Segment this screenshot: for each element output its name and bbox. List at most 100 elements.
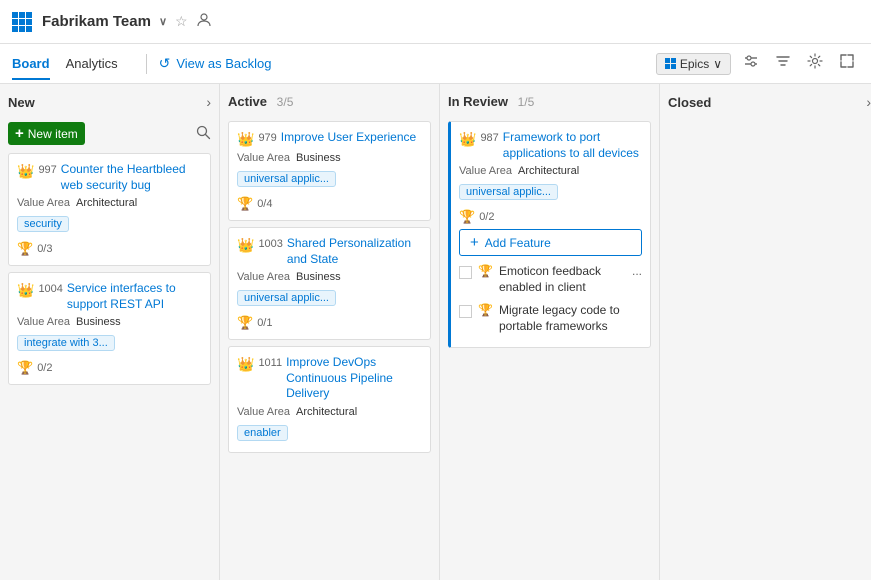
column-active-count: 3/5 [277, 95, 294, 109]
card-1003-field: Value Area Business [237, 271, 422, 283]
epic-icon: 👑 [17, 163, 34, 180]
column-inreview-header: In Review 1/5 [448, 92, 651, 115]
favorite-icon[interactable]: ☆ [175, 13, 188, 30]
column-inreview: In Review 1/5 👑 987 Framework to port ap… [440, 84, 660, 580]
card-987-id: 987 [480, 132, 498, 144]
view-as-backlog-button[interactable]: ↺ View as Backlog [159, 55, 272, 72]
feature-title-1[interactable]: Migrate legacy code to portable framewor… [499, 303, 642, 334]
gear-icon[interactable] [803, 49, 827, 78]
card-1004[interactable]: 👑 1004 Service interfaces to support RES… [8, 272, 211, 385]
card-997-title[interactable]: Counter the Heartbleed web security bug [61, 162, 202, 193]
card-979-tag[interactable]: universal applic... [237, 171, 336, 187]
card-987-title[interactable]: Framework to port applications to all de… [503, 130, 642, 161]
column-closed-header: Closed › [668, 92, 871, 116]
expand-icon[interactable] [835, 49, 859, 78]
team-name-label: Fabrikam Team [42, 13, 151, 30]
column-new-title: New [8, 95, 35, 110]
card-987[interactable]: 👑 987 Framework to port applications to … [448, 121, 651, 348]
card-1004-header: 👑 1004 Service interfaces to support RES… [17, 281, 202, 312]
card-1004-title[interactable]: Service interfaces to support REST API [67, 281, 202, 312]
card-997-field: Value Area Architectural [17, 197, 202, 209]
column-closed-title: Closed [668, 95, 711, 110]
search-icon[interactable] [196, 125, 211, 143]
feature-trophy-icon-1: 🏆 [478, 303, 493, 317]
card-1003-title[interactable]: Shared Personalization and State [287, 236, 422, 267]
card-987-header: 👑 987 Framework to port applications to … [459, 130, 642, 161]
add-feature-button[interactable]: + Add Feature [459, 229, 642, 256]
card-1003-footer: 🏆 0/1 [237, 315, 422, 331]
epic-icon: 👑 [17, 282, 34, 299]
card-987-field: Value Area Architectural [459, 165, 642, 177]
card-979-header: 👑 979 Improve User Experience [237, 130, 422, 148]
card-987-footer: 🏆 0/2 [459, 209, 642, 225]
feature-item-1: 🏆 Migrate legacy code to portable framew… [459, 299, 642, 338]
card-1003-tag[interactable]: universal applic... [237, 290, 336, 306]
card-979-footer: 🏆 0/4 [237, 196, 422, 212]
epic-icon: 👑 [237, 356, 254, 373]
card-1004-footer: 🏆 0/2 [17, 360, 202, 376]
team-name[interactable]: Fabrikam Team ∨ [12, 12, 167, 32]
card-997-header: 👑 997 Counter the Heartbleed web securit… [17, 162, 202, 193]
card-1004-tag[interactable]: integrate with 3... [17, 335, 115, 351]
feature-item-0: 🏆 Emoticon feedback enabled in client ..… [459, 260, 642, 299]
nav-right-tools: Epics ∨ [656, 49, 859, 78]
settings-sliders-icon[interactable] [739, 49, 763, 78]
epics-chevron-icon: ∨ [713, 57, 722, 71]
card-1011-header: 👑 1011 Improve DevOps Continuous Pipelin… [237, 355, 422, 402]
card-1004-id: 1004 [38, 283, 62, 295]
card-1011-id: 1011 [258, 357, 282, 369]
board: New › + New item 👑 997 Counter the Heart… [0, 84, 871, 580]
column-inreview-count: 1/5 [518, 95, 535, 109]
new-item-row: + New item [8, 122, 211, 145]
card-979-id: 979 [258, 132, 276, 144]
card-987-tag[interactable]: universal applic... [459, 184, 558, 200]
filter-icon[interactable] [771, 49, 795, 78]
trophy-icon: 🏆 [237, 196, 253, 212]
card-997-footer: 🏆 0/3 [17, 241, 202, 257]
tab-board[interactable]: Board [12, 48, 62, 79]
logo-grid [12, 12, 32, 32]
card-997-id: 997 [38, 164, 56, 176]
card-1003[interactable]: 👑 1003 Shared Personalization and State … [228, 227, 431, 340]
tab-analytics[interactable]: Analytics [66, 48, 130, 79]
column-inreview-title: In Review [448, 94, 508, 109]
plus-icon: + [15, 125, 24, 142]
card-997-tag[interactable]: security [17, 216, 69, 232]
epics-button[interactable]: Epics ∨ [656, 53, 731, 75]
epic-icon: 👑 [237, 131, 254, 148]
members-icon[interactable] [196, 12, 212, 31]
card-1011[interactable]: 👑 1011 Improve DevOps Continuous Pipelin… [228, 346, 431, 453]
feature-checkbox-1[interactable] [459, 305, 472, 318]
column-closed-collapse-icon[interactable]: › [866, 94, 871, 110]
epics-grid-icon [665, 58, 676, 69]
nav-bar: Board Analytics ↺ View as Backlog Epics … [0, 44, 871, 84]
feature-checkbox-0[interactable] [459, 266, 472, 279]
epic-icon: 👑 [459, 131, 476, 148]
card-1011-field: Value Area Architectural [237, 406, 422, 418]
column-active: Active 3/5 👑 979 Improve User Experience… [220, 84, 440, 580]
trophy-icon: 🏆 [17, 360, 33, 376]
feature-title-0[interactable]: Emoticon feedback enabled in client [499, 264, 626, 295]
card-1011-tag[interactable]: enabler [237, 425, 288, 441]
team-chevron-icon[interactable]: ∨ [159, 15, 167, 28]
card-997[interactable]: 👑 997 Counter the Heartbleed web securit… [8, 153, 211, 266]
card-979-field: Value Area Business [237, 152, 422, 164]
feature-trophy-icon: 🏆 [478, 264, 493, 278]
card-1011-title[interactable]: Improve DevOps Continuous Pipeline Deliv… [286, 355, 422, 402]
card-1003-header: 👑 1003 Shared Personalization and State [237, 236, 422, 267]
new-item-button[interactable]: + New item [8, 122, 85, 145]
feature-more-icon-0[interactable]: ... [632, 264, 642, 278]
trophy-icon: 🏆 [459, 209, 475, 225]
column-new-collapse-icon[interactable]: › [206, 94, 211, 110]
header: Fabrikam Team ∨ ☆ [0, 0, 871, 44]
card-1003-id: 1003 [258, 238, 282, 250]
column-active-header: Active 3/5 [228, 92, 431, 115]
card-1004-field: Value Area Business [17, 316, 202, 328]
trophy-icon: 🏆 [237, 315, 253, 331]
column-closed: Closed › [660, 84, 871, 580]
epic-icon: 👑 [237, 237, 254, 254]
nav-divider [146, 54, 147, 74]
backlog-icon: ↺ [159, 55, 171, 72]
card-979-title[interactable]: Improve User Experience [281, 130, 416, 146]
card-979[interactable]: 👑 979 Improve User Experience Value Area… [228, 121, 431, 221]
